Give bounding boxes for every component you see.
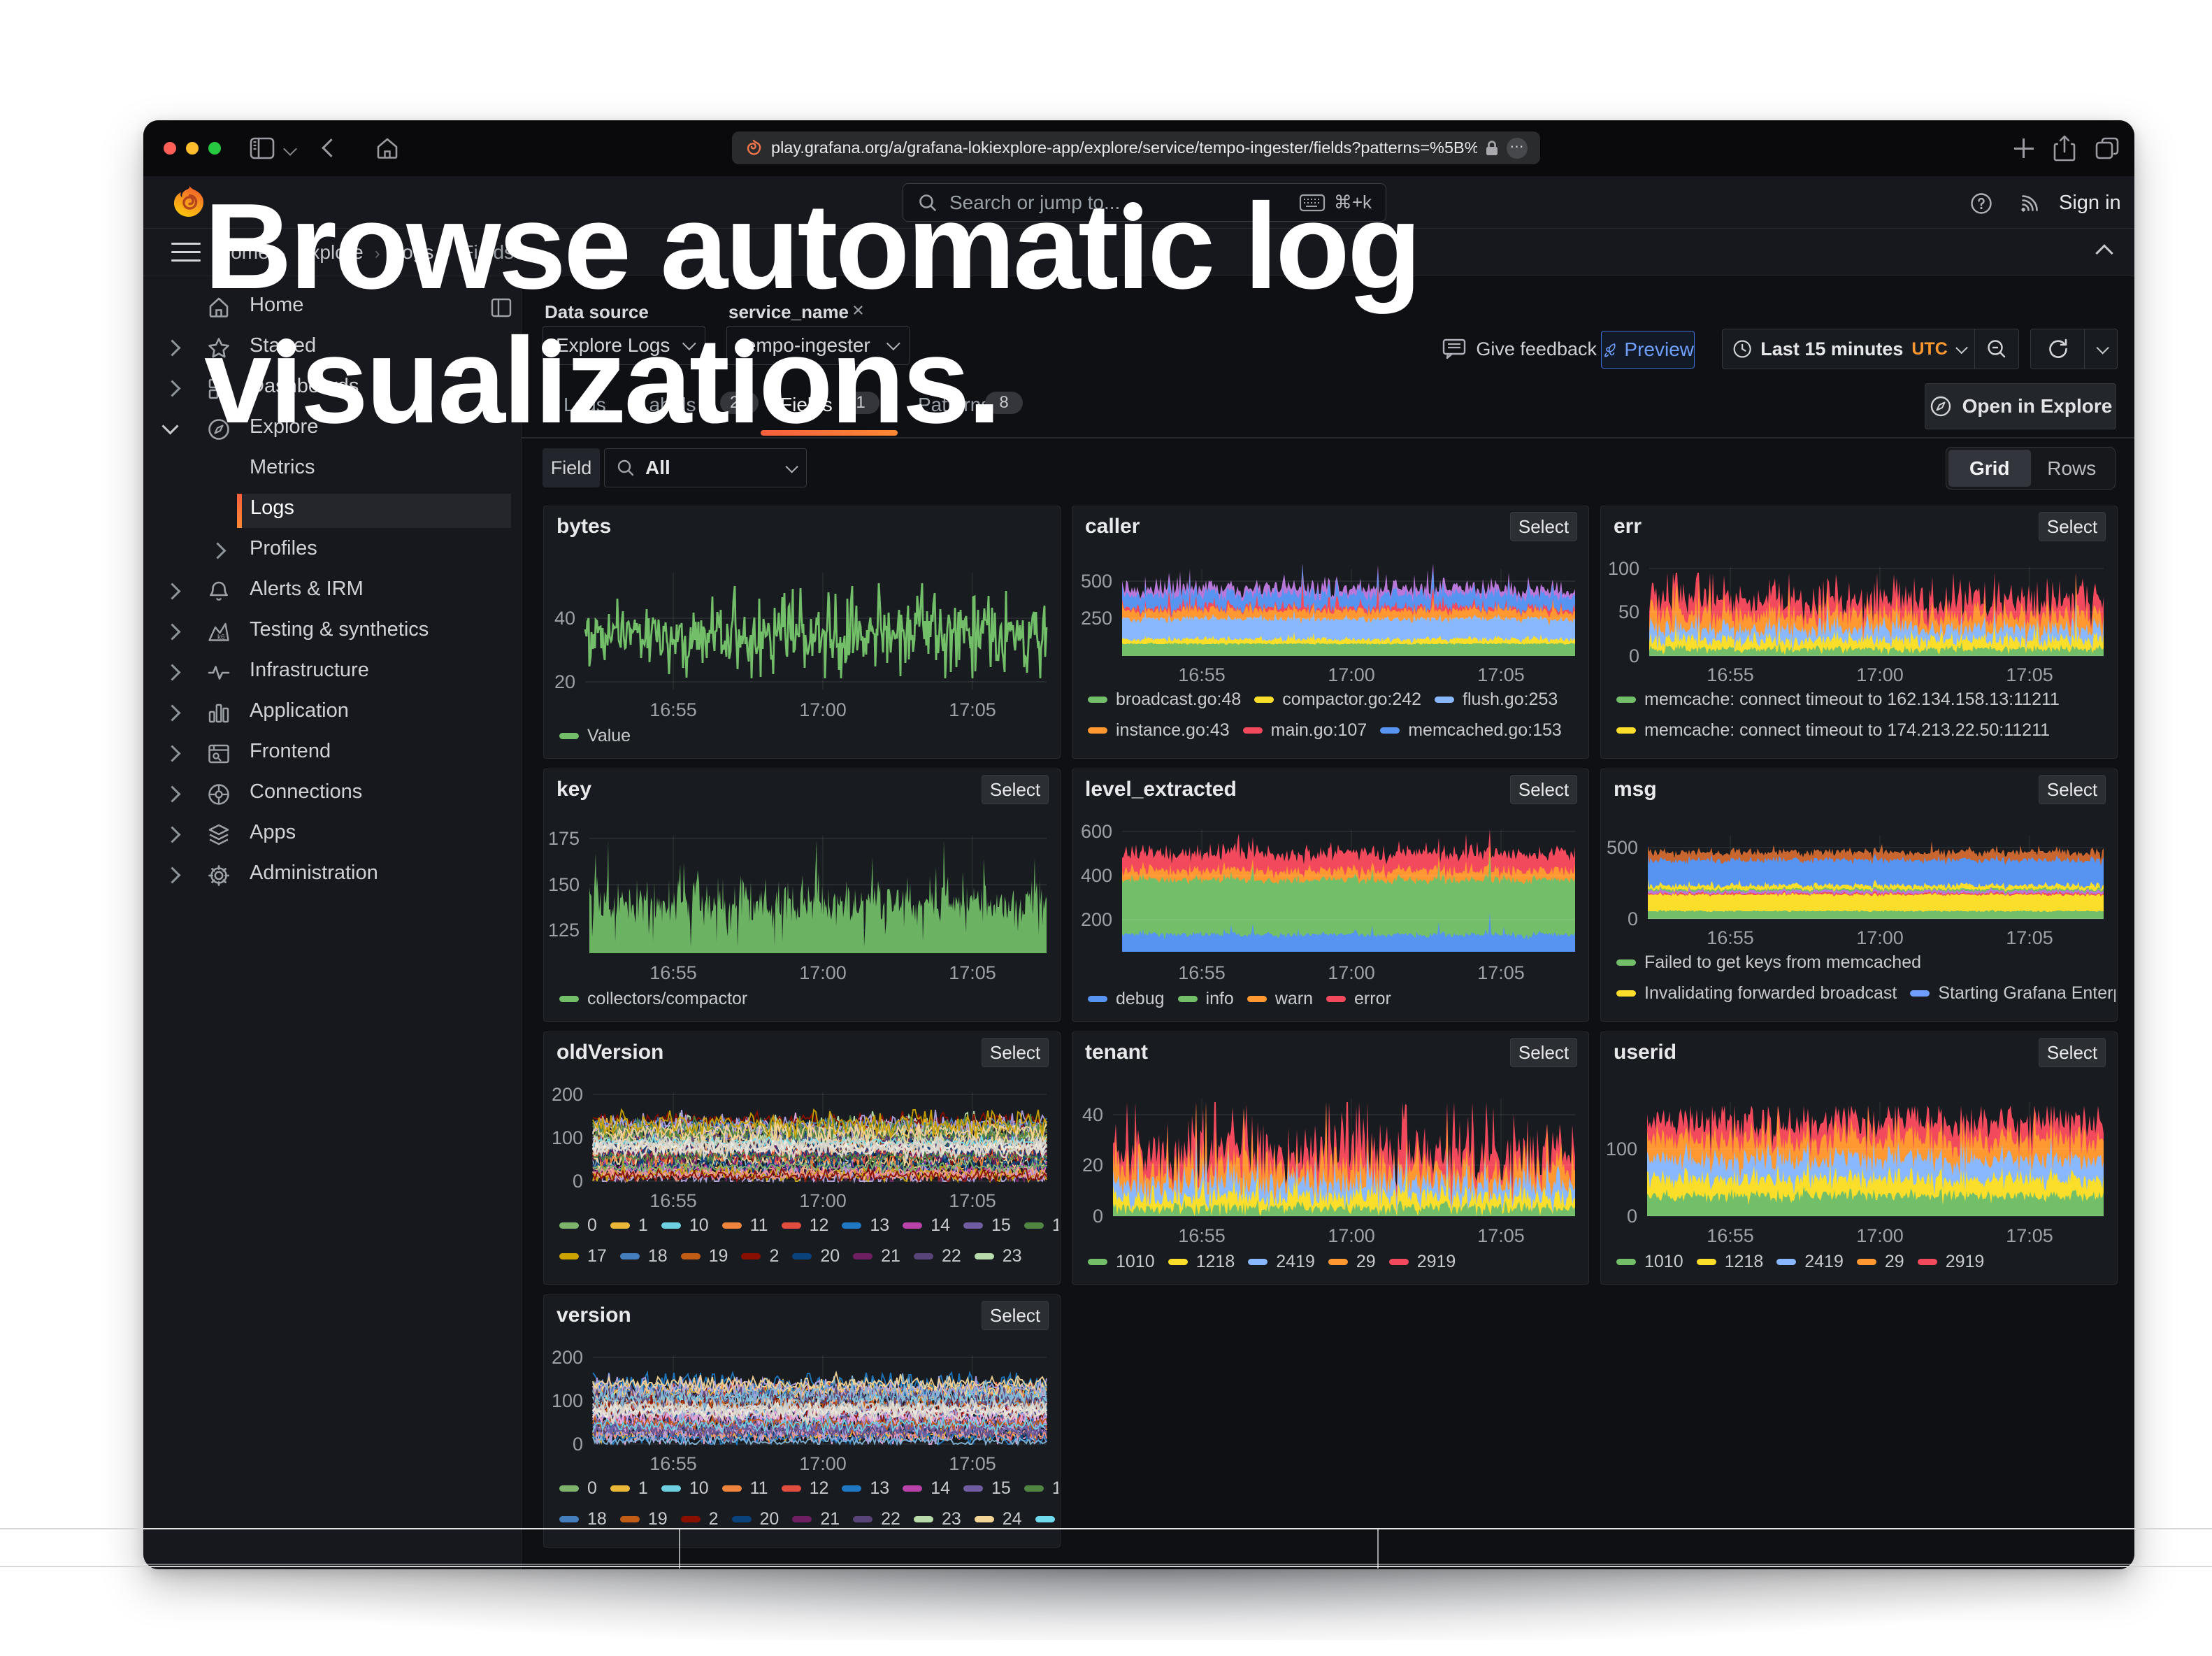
svg-text:k6: k6 [217, 634, 225, 641]
